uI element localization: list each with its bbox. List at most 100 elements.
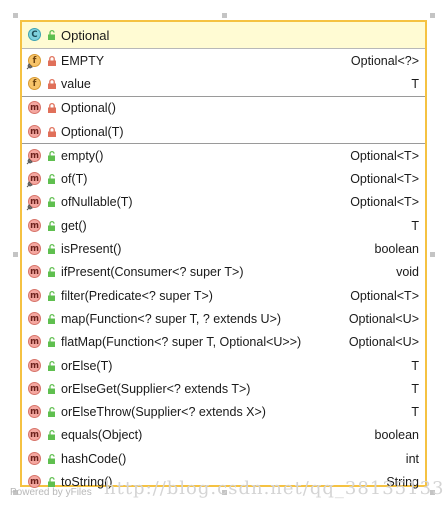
static-pin-icon bbox=[26, 62, 33, 69]
member-type: Optional<T> bbox=[350, 172, 419, 187]
unlock-icon bbox=[48, 383, 55, 394]
unlock-icon bbox=[48, 453, 55, 464]
method-icon: m bbox=[28, 101, 42, 115]
method-row[interactable]: m of(T) Optional<T> bbox=[22, 167, 425, 190]
class-header[interactable]: C Optional bbox=[22, 22, 425, 49]
member-type: Optional<?> bbox=[350, 53, 419, 68]
method-icon: m bbox=[28, 288, 42, 303]
constructor-row[interactable]: m Optional() bbox=[22, 97, 425, 120]
member-type: T bbox=[411, 218, 419, 233]
selection-handle-top-left[interactable] bbox=[13, 13, 18, 18]
method-row[interactable]: m ofNullable(T) Optional<T> bbox=[22, 191, 425, 214]
method-row[interactable]: m orElseGet(Supplier<? extends T>) T bbox=[22, 377, 425, 400]
method-row[interactable]: m equals(Object) boolean bbox=[22, 424, 425, 447]
method-row[interactable]: m ifPresent(Consumer<? super T>) void bbox=[22, 261, 425, 284]
member-name: filter(Predicate<? super T>) bbox=[61, 288, 213, 303]
field-row[interactable]: f value T bbox=[22, 72, 425, 95]
selection-handle-top-center[interactable] bbox=[222, 13, 227, 18]
method-row[interactable]: m hashCode() int bbox=[22, 447, 425, 470]
class-title: Optional bbox=[61, 27, 110, 43]
member-type: Optional<T> bbox=[350, 288, 419, 303]
lock-icon bbox=[48, 126, 56, 137]
member-name: empty() bbox=[61, 148, 104, 163]
method-icon: m bbox=[28, 335, 42, 349]
member-type: Optional<U> bbox=[348, 335, 419, 350]
method-icon: m bbox=[28, 428, 42, 442]
member-type: boolean bbox=[374, 242, 420, 257]
unlock-icon bbox=[48, 313, 55, 324]
method-icon: m bbox=[28, 451, 42, 466]
field-row[interactable]: f EMPTY Optional<?> bbox=[22, 49, 425, 72]
member-name: of(T) bbox=[61, 172, 88, 187]
unlock-icon bbox=[48, 267, 55, 278]
member-type: Optional<T> bbox=[350, 195, 419, 210]
lock-icon bbox=[48, 103, 56, 114]
static-pin-icon bbox=[26, 204, 33, 211]
static-pin-icon bbox=[26, 181, 33, 188]
unlock-icon bbox=[48, 174, 55, 185]
member-name: map(Function<? super T, ? extends U>) bbox=[61, 311, 282, 326]
member-name: orElseThrow(Supplier<? extends X>) bbox=[61, 405, 266, 420]
method-icon: m bbox=[26, 172, 42, 188]
unlock-icon bbox=[48, 29, 55, 40]
member-name: Optional() bbox=[61, 101, 116, 116]
method-icon: m bbox=[28, 311, 42, 326]
member-type: int bbox=[405, 451, 419, 466]
method-icon: m bbox=[26, 195, 42, 211]
field-icon: f bbox=[26, 53, 42, 69]
method-row[interactable]: m isPresent() boolean bbox=[22, 237, 425, 260]
unlock-icon bbox=[48, 337, 55, 348]
member-name: ifPresent(Consumer<? super T>) bbox=[61, 265, 244, 280]
method-icon: m bbox=[28, 218, 42, 233]
selection-handle-top-right[interactable] bbox=[430, 13, 435, 18]
unlock-icon bbox=[48, 360, 55, 371]
class-icon: C bbox=[28, 28, 42, 42]
member-name: ofNullable(T) bbox=[61, 195, 133, 210]
method-icon: m bbox=[28, 358, 42, 373]
member-name: orElse(T) bbox=[61, 358, 113, 373]
site-watermark: http://blog.csdn.net/qq_38135133 bbox=[104, 478, 445, 499]
member-name: Optional(T) bbox=[61, 124, 124, 139]
member-type: boolean bbox=[374, 428, 420, 443]
member-type: T bbox=[411, 381, 419, 396]
unlock-icon bbox=[48, 430, 55, 441]
method-row[interactable]: m get() T bbox=[22, 214, 425, 237]
unlock-icon bbox=[48, 290, 55, 301]
method-icon: m bbox=[26, 148, 42, 165]
powered-by-watermark: Powered by yFiles bbox=[10, 487, 92, 498]
unlock-icon bbox=[48, 197, 55, 208]
method-icon: m bbox=[28, 242, 42, 256]
method-row[interactable]: m orElseThrow(Supplier<? extends X>) T bbox=[22, 400, 425, 423]
member-type: T bbox=[411, 76, 419, 91]
constructor-row[interactable]: m Optional(T) bbox=[22, 120, 425, 143]
member-name: isPresent() bbox=[61, 242, 122, 257]
method-row[interactable]: m empty() Optional<T> bbox=[22, 144, 425, 167]
member-type: T bbox=[411, 358, 419, 373]
unlock-icon bbox=[48, 220, 55, 231]
method-row[interactable]: m flatMap(Function<? super T, Optional<U>… bbox=[22, 331, 425, 354]
member-name: get() bbox=[61, 218, 87, 233]
lock-icon bbox=[48, 78, 56, 89]
method-icon: m bbox=[28, 405, 42, 419]
member-name: value bbox=[61, 76, 91, 91]
unlock-icon bbox=[48, 150, 55, 161]
class-node[interactable]: C Optional f EMPTY Optional<?> f value Tm Opti… bbox=[20, 20, 427, 489]
static-pin-icon bbox=[26, 157, 33, 165]
member-list: f EMPTY Optional<?> f value Tm Optional() m Opti… bbox=[22, 49, 425, 494]
selection-handle-middle-left[interactable] bbox=[13, 252, 18, 257]
method-icon: m bbox=[28, 124, 42, 139]
method-icon: m bbox=[28, 265, 42, 279]
member-type: void bbox=[396, 265, 419, 280]
method-row[interactable]: m map(Function<? super T, ? extends U>) Op… bbox=[22, 307, 425, 330]
member-type: Optional<T> bbox=[350, 148, 419, 163]
selection-handle-middle-right[interactable] bbox=[430, 252, 435, 257]
member-type: T bbox=[411, 405, 419, 420]
member-name: EMPTY bbox=[61, 53, 105, 68]
lock-icon bbox=[48, 55, 56, 66]
field-icon: f bbox=[28, 76, 42, 91]
member-name: orElseGet(Supplier<? extends T>) bbox=[61, 381, 251, 396]
method-row[interactable]: m orElse(T) T bbox=[22, 354, 425, 377]
member-name: hashCode() bbox=[61, 451, 127, 466]
member-name: flatMap(Function<? super T, Optional<U>>… bbox=[61, 335, 302, 350]
method-row[interactable]: m filter(Predicate<? super T>) Optional<T> bbox=[22, 284, 425, 307]
